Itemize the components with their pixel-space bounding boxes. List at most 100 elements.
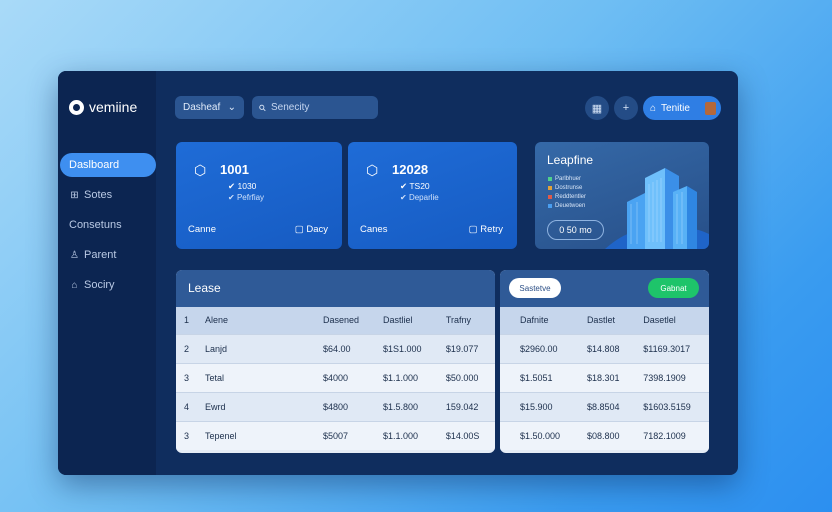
summary-card[interactable]: Leapfine Parlbhuer Dostrunse Reddtentler… <box>535 142 709 249</box>
legend-item: Deuetwoen <box>548 203 585 209</box>
stat-caption-text: Deparlie <box>408 193 439 202</box>
column-header[interactable]: Dastlet <box>578 307 636 334</box>
card-footer-left: Canes <box>360 224 388 235</box>
grid-icon: ⊞ <box>70 189 79 201</box>
primary-button[interactable]: Gabnat <box>648 278 699 298</box>
sidebar-item-label: Sotes <box>84 189 113 201</box>
table-row[interactable]: $1.50.000 $08.800 7182.1009 <box>500 420 709 450</box>
card-footer-link[interactable]: ▢ Retry <box>469 224 503 235</box>
dashboard-select[interactable]: Dasheaf ⌄ <box>175 96 244 119</box>
table-row[interactable]: 2 Lanjd $64.00 $1S1.000 $19.077 <box>176 333 495 363</box>
table-cell: 7398.1909 <box>635 362 709 392</box>
sidebar-item-label: Daslboard <box>69 159 120 171</box>
detail-panel: Sastetve Gabnat Dafnite Dastlet Dasetlel… <box>500 270 709 453</box>
sidebar: vemiine Daslboard ⊞ Sotes Consetuns ♙ Pa… <box>58 71 156 475</box>
buildings-illustration <box>605 168 709 249</box>
sidebar-item-sociry[interactable]: ⌂ Sociry <box>60 273 156 297</box>
table-cell: $18.301 <box>578 362 636 392</box>
table-cell: $14.808 <box>578 333 636 363</box>
table-cell: $64.00 <box>315 333 375 363</box>
user-label: Tenitie <box>661 102 690 114</box>
legend-label: Dostrunse <box>555 185 583 191</box>
table-cell: Ewrd <box>197 391 316 421</box>
sidebar-item-parent[interactable]: ♙ Parent <box>60 243 156 267</box>
search-icon <box>259 104 266 111</box>
select-value: Dasheaf <box>183 102 221 113</box>
detail-table: Dafnite Dastlet Dasetlel $2960.00 $14.80… <box>500 307 709 450</box>
card-footer-link[interactable]: ▢ Dacy <box>295 224 328 235</box>
table-cell: $14.00S <box>437 420 495 450</box>
search-input[interactable] <box>271 102 371 113</box>
stat-card-2[interactable]: ⬡ 12028 ✔ TS20 ✔ Deparlie Canes ▢ Retry <box>348 142 517 249</box>
summary-pill-label: 0 50 mo <box>559 225 592 235</box>
column-header[interactable]: Dasetlel <box>635 307 709 334</box>
table-row[interactable]: 3 Tetal $4000 $1.1.000 $50.000 <box>176 362 495 392</box>
legend-label: Parlbhuer <box>555 176 582 182</box>
column-header[interactable]: Dastliel <box>375 307 438 334</box>
table-cell: $4000 <box>315 362 375 392</box>
table-cell: Tepenel <box>197 420 316 450</box>
table-cell: $5007 <box>315 420 375 450</box>
table-cell: Lanjd <box>197 333 316 363</box>
table-cell: 4 <box>176 391 198 421</box>
stat-caption: ✔ Deparlie <box>400 193 439 202</box>
sidebar-item-label: Consetuns <box>69 219 122 231</box>
table-header-row: 1 Alene Dasened Dastliel Trafny <box>176 307 495 334</box>
sidebar-item-dashboard[interactable]: Daslboard <box>60 153 156 177</box>
sidebar-item-consetuns[interactable]: Consetuns <box>60 213 156 237</box>
summary-pill-button[interactable]: 0 50 mo <box>547 220 604 240</box>
table-cell: $1.5.800 <box>375 391 438 421</box>
stat-card-1[interactable]: ⬡ 1001 ✔ 1030 ✔ Pefrfiay Canne ▢ Dacy <box>176 142 342 249</box>
search-box[interactable] <box>252 96 378 119</box>
column-header[interactable]: Trafny <box>437 307 495 334</box>
legend-item: Reddtentler <box>548 194 586 200</box>
sidebar-item-label: Sociry <box>84 279 115 291</box>
column-header[interactable]: Dafnite <box>500 307 579 334</box>
column-header[interactable]: 1 <box>176 307 198 334</box>
secondary-button[interactable]: Sastetve <box>509 278 561 298</box>
table-cell: $2960.00 <box>500 333 579 363</box>
sidebar-nav: Daslboard ⊞ Sotes Consetuns ♙ Parent ⌂ S… <box>60 153 156 303</box>
app-name: vemiine <box>89 99 138 115</box>
table-cell: $1.50.000 <box>500 420 579 450</box>
chevron-down-icon: ⌄ <box>227 102 236 113</box>
table-header-row: Dafnite Dastlet Dasetlel <box>500 307 709 334</box>
card-footer-link-text: Retry <box>480 224 503 235</box>
table-cell: $1S1.000 <box>375 333 438 363</box>
stat-value: 1001 <box>220 162 249 177</box>
legend-label: Reddtentler <box>555 194 587 200</box>
user-menu[interactable]: ⌂ Tenitie <box>643 96 721 120</box>
table-cell: $1.1.000 <box>375 362 438 392</box>
app-logo[interactable]: vemiine <box>69 99 137 115</box>
card-footer-link-text: Dacy <box>306 224 328 235</box>
table-cell: 7182.1009 <box>635 420 709 450</box>
detail-panel-header: Sastetve Gabnat <box>500 270 709 307</box>
stat-caption: ✔ Pefrfiay <box>228 193 265 202</box>
table-row[interactable]: $15.900 $8.8504 $1603.5159 <box>500 391 709 421</box>
stat-subvalue-text: TS20 <box>409 181 430 191</box>
table-row[interactable]: 4 Ewrd $4800 $1.5.800 159.042 <box>176 391 495 421</box>
lease-title: Lease <box>188 281 221 295</box>
sidebar-item-sotes[interactable]: ⊞ Sotes <box>60 183 156 207</box>
app-window: vemiine Daslboard ⊞ Sotes Consetuns ♙ Pa… <box>58 71 738 475</box>
stat-value: 12028 <box>392 162 429 177</box>
column-header[interactable]: Alene <box>197 307 316 334</box>
primary-button-label: Gabnat <box>660 283 687 293</box>
add-button[interactable]: + <box>614 96 638 120</box>
table-cell: $4800 <box>315 391 375 421</box>
calendar-button[interactable]: ▦ <box>585 96 609 120</box>
stat-subvalue-text: 1030 <box>237 181 257 191</box>
cube-icon: ⬡ <box>366 162 379 178</box>
table-row[interactable]: $2960.00 $14.808 $1169.3017 <box>500 333 709 363</box>
table-row[interactable]: $1.5051 $18.301 7398.1909 <box>500 362 709 392</box>
table-cell: 3 <box>176 362 198 392</box>
column-header[interactable]: Dasened <box>315 307 375 334</box>
home-icon: ⌂ <box>650 102 657 114</box>
lease-panel: Lease 1 Alene Dasened Dastliel Trafny 2 … <box>176 270 495 453</box>
table-cell: $1603.5159 <box>635 391 709 421</box>
stat-subvalue: ✔ TS20 <box>400 181 430 191</box>
table-cell: $1.5051 <box>500 362 579 392</box>
table-row[interactable]: 3 Tepenel $5007 $1.1.000 $14.00S <box>176 420 495 450</box>
lease-panel-header: Lease <box>176 270 495 307</box>
table-cell: 159.042 <box>437 391 495 421</box>
